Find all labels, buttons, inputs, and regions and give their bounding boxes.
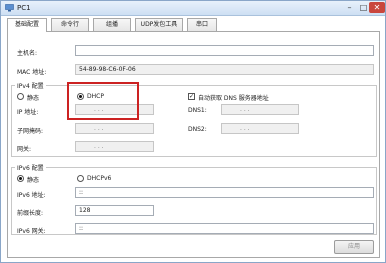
subnet-mask-field: . . . — [75, 123, 154, 134]
dns2-field: . . . — [221, 123, 299, 134]
ipv6-address-label: IPv6 地址: — [17, 192, 46, 199]
mac-label: MAC 地址: — [17, 69, 47, 76]
gateway-label: 网关: — [17, 146, 32, 153]
pc-icon — [5, 4, 14, 12]
ipv6-group-title: IPv6 配置 — [15, 163, 46, 172]
dhcp-highlight-annotation — [67, 82, 139, 120]
ipv6-address-input[interactable]: :: — [75, 187, 374, 198]
dns2-separator: . . . — [240, 125, 250, 132]
ipv6-static-label: 静态 — [27, 177, 40, 184]
dns1-label: DNS1: — [188, 107, 207, 114]
gateway-separator: . . . — [94, 143, 104, 150]
minimize-button[interactable]: – — [343, 2, 356, 13]
dns2-label: DNS2: — [188, 126, 207, 133]
tab-serial[interactable]: 串口 — [187, 18, 217, 31]
ipv4-group-title: IPv4 配置 — [15, 81, 46, 90]
tab-command-line[interactable]: 命令行 — [51, 18, 89, 31]
window-title: PC1 — [17, 4, 31, 12]
ipv6-gateway-input[interactable]: :: — [75, 223, 374, 234]
ipv6-static-radio[interactable] — [17, 175, 24, 182]
ipv4-static-label: 静态 — [27, 95, 40, 102]
gateway-field: . . . — [75, 141, 154, 152]
ipv6-gateway-label: IPv6 网关: — [17, 228, 46, 235]
title-bar: PC1 – □ ✕ — [1, 1, 385, 16]
hostname-input[interactable] — [75, 45, 374, 56]
dns1-separator: . . . — [240, 106, 250, 113]
prefix-length-input[interactable]: 128 — [75, 205, 154, 216]
mask-separator: . . . — [94, 125, 104, 132]
tab-basic-config[interactable]: 基础配置 — [7, 18, 47, 32]
apply-button[interactable]: 应用 — [334, 240, 374, 254]
ipv6-dhcp-label: DHCPv6 — [87, 175, 112, 182]
ipv4-static-radio[interactable] — [17, 93, 24, 100]
ipv6-dhcp-radio[interactable] — [77, 175, 84, 182]
ip-address-label: IP 地址: — [17, 109, 39, 116]
mac-field: 54-89-98-C6-0F-06 — [75, 64, 374, 75]
tab-multicast[interactable]: 组播 — [93, 18, 131, 31]
dns1-field: . . . — [221, 104, 299, 115]
auto-dns-label: 自动获取 DNS 服务器地址 — [198, 95, 269, 102]
hostname-label: 主机名: — [17, 50, 38, 57]
tab-udp-tool[interactable]: UDP发包工具 — [135, 18, 183, 31]
close-button[interactable]: ✕ — [369, 2, 385, 13]
prefix-length-label: 前缀长度: — [17, 210, 44, 217]
auto-dns-checkbox[interactable]: ✓ — [188, 93, 195, 100]
subnet-mask-label: 子网掩码: — [17, 128, 44, 135]
pc-config-window: PC1 – □ ✕ 基础配置 命令行 组播 UDP发包工具 串口 主机名: MA… — [0, 0, 386, 263]
